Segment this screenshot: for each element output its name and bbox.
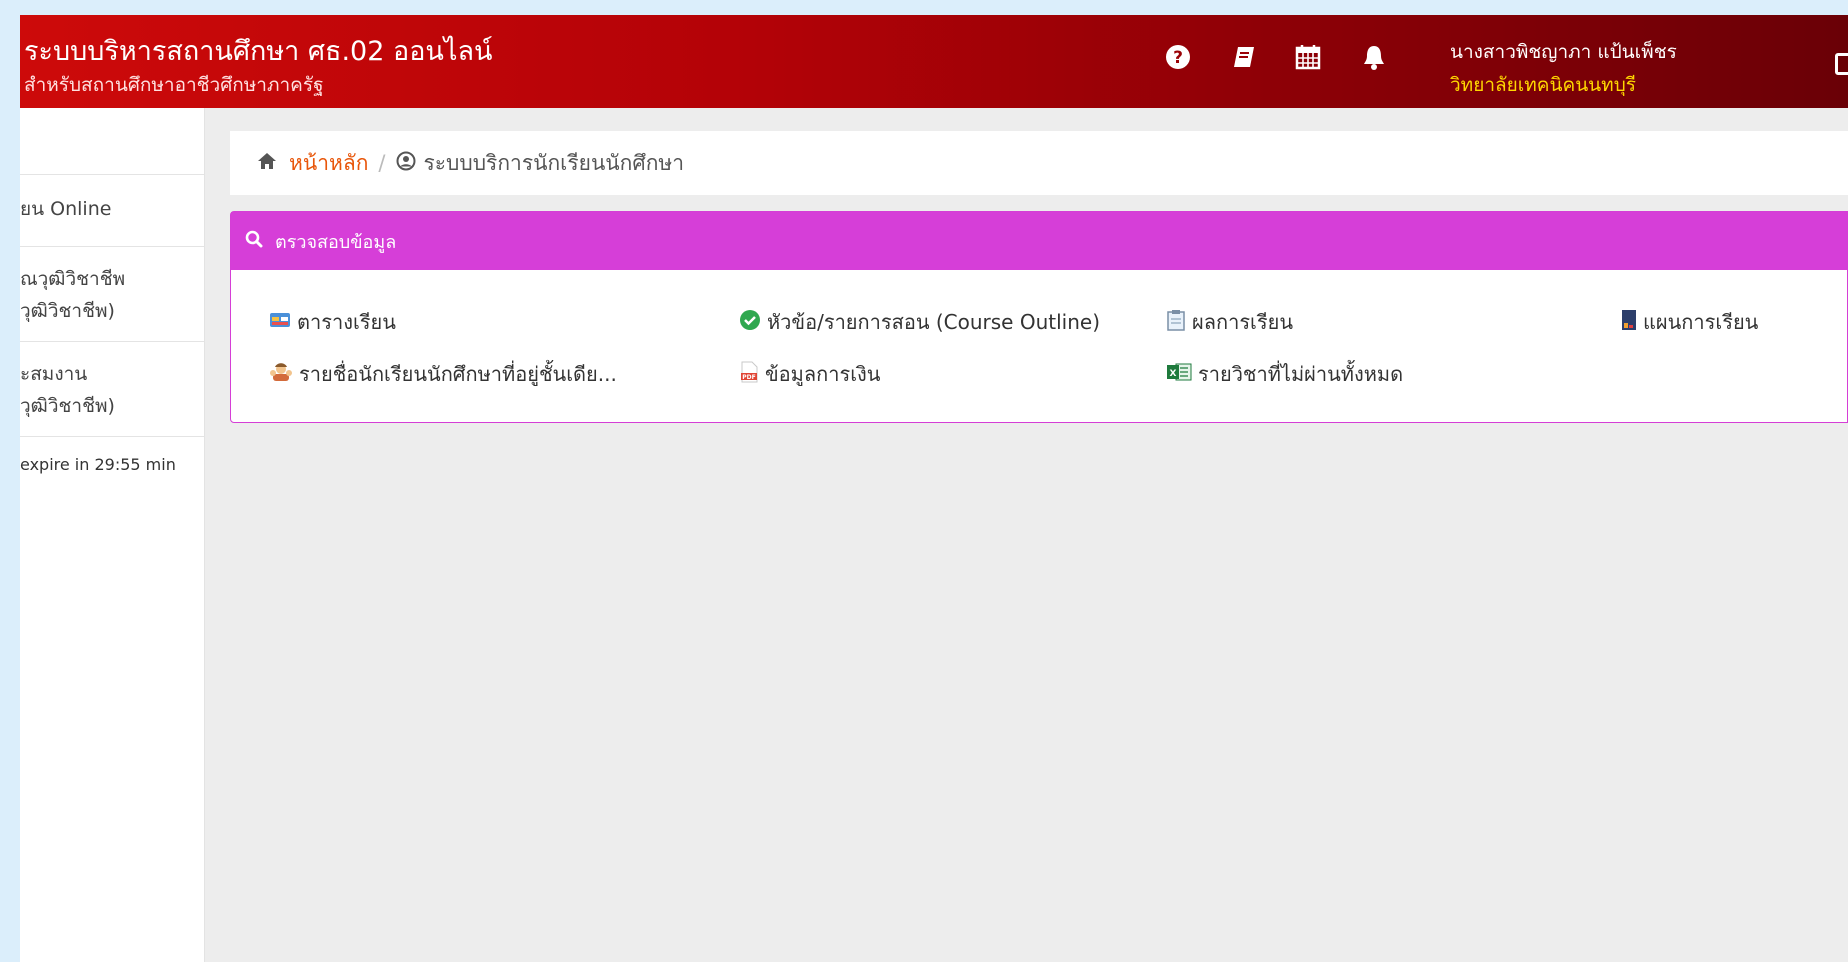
link-label: ผลการเรียน [1192, 310, 1294, 334]
app-frame: ระบบบริหารสถานศึกษา ศธ.02 ออนไลน์ สำหรับ… [20, 15, 1848, 962]
svg-text:?: ? [1173, 48, 1183, 68]
session-expire-text: expire in 29:55 min [20, 455, 176, 474]
check-circle-icon [739, 309, 761, 336]
calendar-icon[interactable] [1290, 39, 1326, 75]
app-title[interactable]: ระบบบริหารสถานศึกษา ศธ.02 ออนไลน์ [24, 29, 492, 72]
excel-icon: X [1166, 362, 1192, 387]
app-subtitle: สำหรับสถานศึกษาอาชีวศึกษาภาครัฐ [24, 74, 324, 96]
breadcrumb-separator: / [378, 151, 386, 175]
search-icon [245, 230, 263, 253]
link-course-outline[interactable]: หัวข้อ/รายการสอน (Course Outline) [739, 306, 1100, 338]
sidebar-item-label: ยน Online [20, 198, 112, 220]
sidebar-item-label: ะสมงาน [20, 363, 88, 385]
plan-book-icon [1621, 309, 1637, 336]
link-study-plan[interactable]: แผนการเรียน [1621, 306, 1758, 338]
check-info-panel: ตรวจสอบข้อมูล ตารางเรียน หัวข้อ/รายการสอ… [230, 211, 1848, 423]
link-failed-subjects[interactable]: X รายวิชาที่ไม่ผ่านทั้งหมด [1166, 358, 1403, 390]
panel-title: ตรวจสอบข้อมูล [275, 231, 397, 253]
user-organization: วิทยาลัยเทคนิคนนทบุรี [1450, 74, 1636, 96]
link-label: รายวิชาที่ไม่ผ่านทั้งหมด [1198, 362, 1404, 386]
help-icon[interactable]: ? [1160, 39, 1196, 75]
user-circle-icon [396, 151, 416, 176]
svg-text:PDF: PDF [742, 374, 755, 381]
bell-icon[interactable] [1356, 39, 1392, 75]
top-header: ระบบบริหารสถานศึกษา ศธ.02 ออนไลน์ สำหรับ… [20, 15, 1848, 108]
sidebar: ยน Online ณวุฒิวิชาชีพ วุฒิวิชาชีพ) ะสมง… [20, 108, 205, 962]
sidebar-item-sublabel: วุฒิวิชาชีพ) [20, 395, 115, 417]
home-icon[interactable] [257, 151, 277, 175]
timetable-icon [269, 310, 291, 334]
sidebar-top [20, 108, 204, 175]
sidebar-item-label: ณวุฒิวิชาชีพ [20, 268, 126, 290]
link-label: หัวข้อ/รายการสอน (Course Outline) [767, 310, 1100, 334]
user-name[interactable]: นางสาวพิชญาภา แป้นเพ็ชร [1450, 37, 1677, 67]
link-label: แผนการเรียน [1643, 310, 1759, 334]
breadcrumb: หน้าหลัก / ระบบบริการนักเรียนนักศึกษา [230, 131, 1848, 195]
link-timetable[interactable]: ตารางเรียน [269, 306, 396, 338]
pdf-icon: PDF [739, 361, 759, 388]
link-classmates[interactable]: รายชื่อนักเรียนนักศึกษาที่อยู่ชั้นเดีย..… [269, 358, 617, 390]
students-icon [269, 362, 293, 387]
link-label: ตารางเรียน [297, 310, 396, 334]
link-label: รายชื่อนักเรียนนักศึกษาที่อยู่ชั้นเดีย..… [299, 362, 617, 386]
sidebar-item-online[interactable]: ยน Online [20, 175, 204, 247]
breadcrumb-current: ระบบบริการนักเรียนนักศึกษา [423, 150, 685, 175]
panel-header: ตรวจสอบข้อมูล [231, 212, 1847, 270]
clipboard-icon [1166, 309, 1186, 336]
logout-icon[interactable] [1835, 53, 1848, 75]
breadcrumb-home-link[interactable]: หน้าหลัก [289, 147, 368, 180]
book-icon[interactable] [1226, 39, 1262, 75]
link-financial-info[interactable]: PDF ข้อมูลการเงิน [739, 358, 880, 390]
sidebar-item-work-accumulation[interactable]: ะสมงาน วุฒิวิชาชีพ) [20, 342, 204, 437]
link-grades[interactable]: ผลการเรียน [1166, 306, 1293, 338]
link-label: ข้อมูลการเงิน [765, 362, 881, 386]
svg-text:X: X [1170, 369, 1177, 379]
sidebar-item-qualification[interactable]: ณวุฒิวิชาชีพ วุฒิวิชาชีพ) [20, 247, 204, 342]
sidebar-item-sublabel: วุฒิวิชาชีพ) [20, 300, 115, 322]
